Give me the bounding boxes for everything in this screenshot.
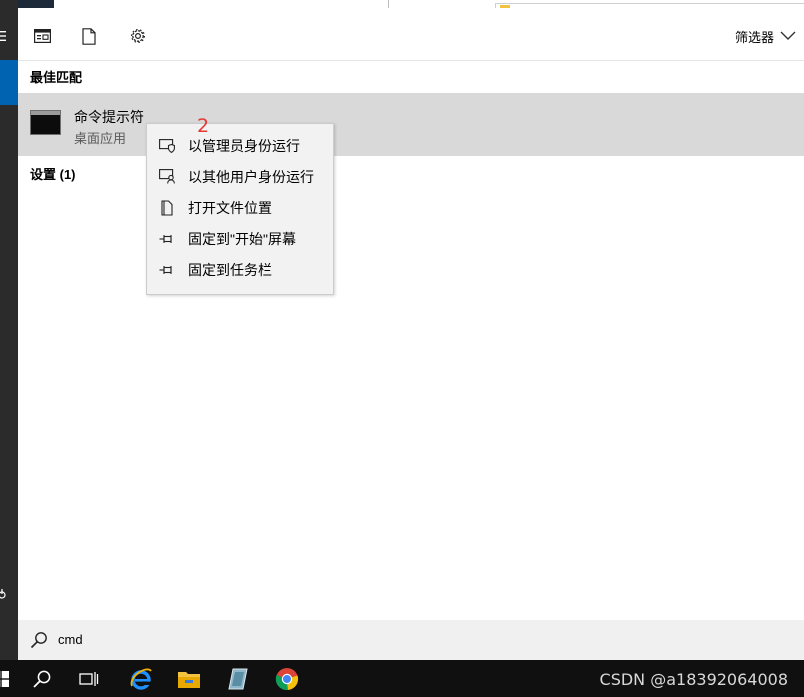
menu-item-label: 打开文件位置	[188, 199, 272, 216]
watermark: CSDN @a18392064008	[599, 670, 788, 689]
result-name: 命令提示符	[74, 109, 144, 125]
run-as-other-user-icon	[159, 169, 175, 185]
app-icon[interactable]	[225, 666, 251, 692]
hamburger-menu-icon[interactable]	[0, 30, 18, 45]
menu-item-pin-to-taskbar[interactable]: 固定到任务栏	[147, 254, 333, 285]
chrome-icon[interactable]	[274, 666, 300, 692]
menu-item-label: 以其他用户身份运行	[188, 168, 314, 185]
settings-gear-icon[interactable]	[128, 26, 148, 46]
start-menu-rail	[0, 0, 18, 660]
step-2-annotation: 2	[197, 115, 210, 137]
document-icon[interactable]	[79, 26, 99, 46]
search-icon	[30, 631, 48, 649]
pin-icon	[159, 231, 175, 247]
search-toolbar: 筛选器	[18, 8, 804, 60]
background-window-tab	[18, 0, 54, 8]
menu-item-label: 以管理员身份运行	[188, 137, 300, 154]
open-file-location-icon	[159, 199, 175, 216]
internet-explorer-icon[interactable]	[128, 666, 154, 692]
background-window-divider	[388, 0, 389, 8]
rail-active-highlight	[0, 60, 18, 105]
run-as-admin-shield-icon	[159, 138, 175, 154]
task-view-icon[interactable]	[76, 666, 102, 692]
menu-item-run-as-admin[interactable]: 以管理员身份运行	[147, 130, 333, 161]
filter-label: 筛选器	[734, 29, 774, 45]
filter-dropdown[interactable]: 筛选器	[735, 25, 796, 47]
pin-icon	[159, 262, 175, 278]
command-prompt-icon	[30, 110, 61, 135]
best-match-heading: 最佳匹配	[30, 70, 83, 85]
menu-item-pin-to-start[interactable]: 固定到"开始"屏幕	[147, 223, 333, 254]
menu-item-label: 固定到任务栏	[188, 261, 272, 278]
search-icon[interactable]	[29, 666, 55, 692]
menu-item-label: 固定到"开始"屏幕	[188, 230, 296, 247]
context-menu: 以管理员身份运行 以其他用户身份运行 打开文件位置 固定到"开始"屏幕 固定到任…	[146, 123, 334, 295]
taskbar: CSDN @a18392064008	[0, 660, 804, 697]
background-window-edge	[18, 0, 804, 9]
settings-heading[interactable]: 设置 (1)	[30, 164, 76, 183]
result-subtitle: 桌面应用	[74, 131, 127, 146]
menu-item-run-as-other-user[interactable]: 以其他用户身份运行	[147, 161, 333, 192]
power-icon[interactable]	[0, 588, 18, 603]
apps-icon[interactable]	[32, 26, 52, 46]
toolbar-divider	[18, 60, 804, 61]
file-explorer-icon[interactable]	[176, 666, 202, 692]
search-input[interactable]: cmd	[58, 632, 83, 647]
windows-start-icon[interactable]	[0, 666, 14, 692]
search-box[interactable]: cmd	[18, 620, 804, 660]
menu-item-open-file-location[interactable]: 打开文件位置	[147, 192, 333, 223]
chevron-down-icon	[780, 29, 796, 44]
best-match-result[interactable]: 命令提示符 桌面应用	[18, 93, 804, 156]
search-results-panel: 筛选器 最佳匹配 命令提示符 桌面应用 设置 (1)	[18, 8, 804, 660]
